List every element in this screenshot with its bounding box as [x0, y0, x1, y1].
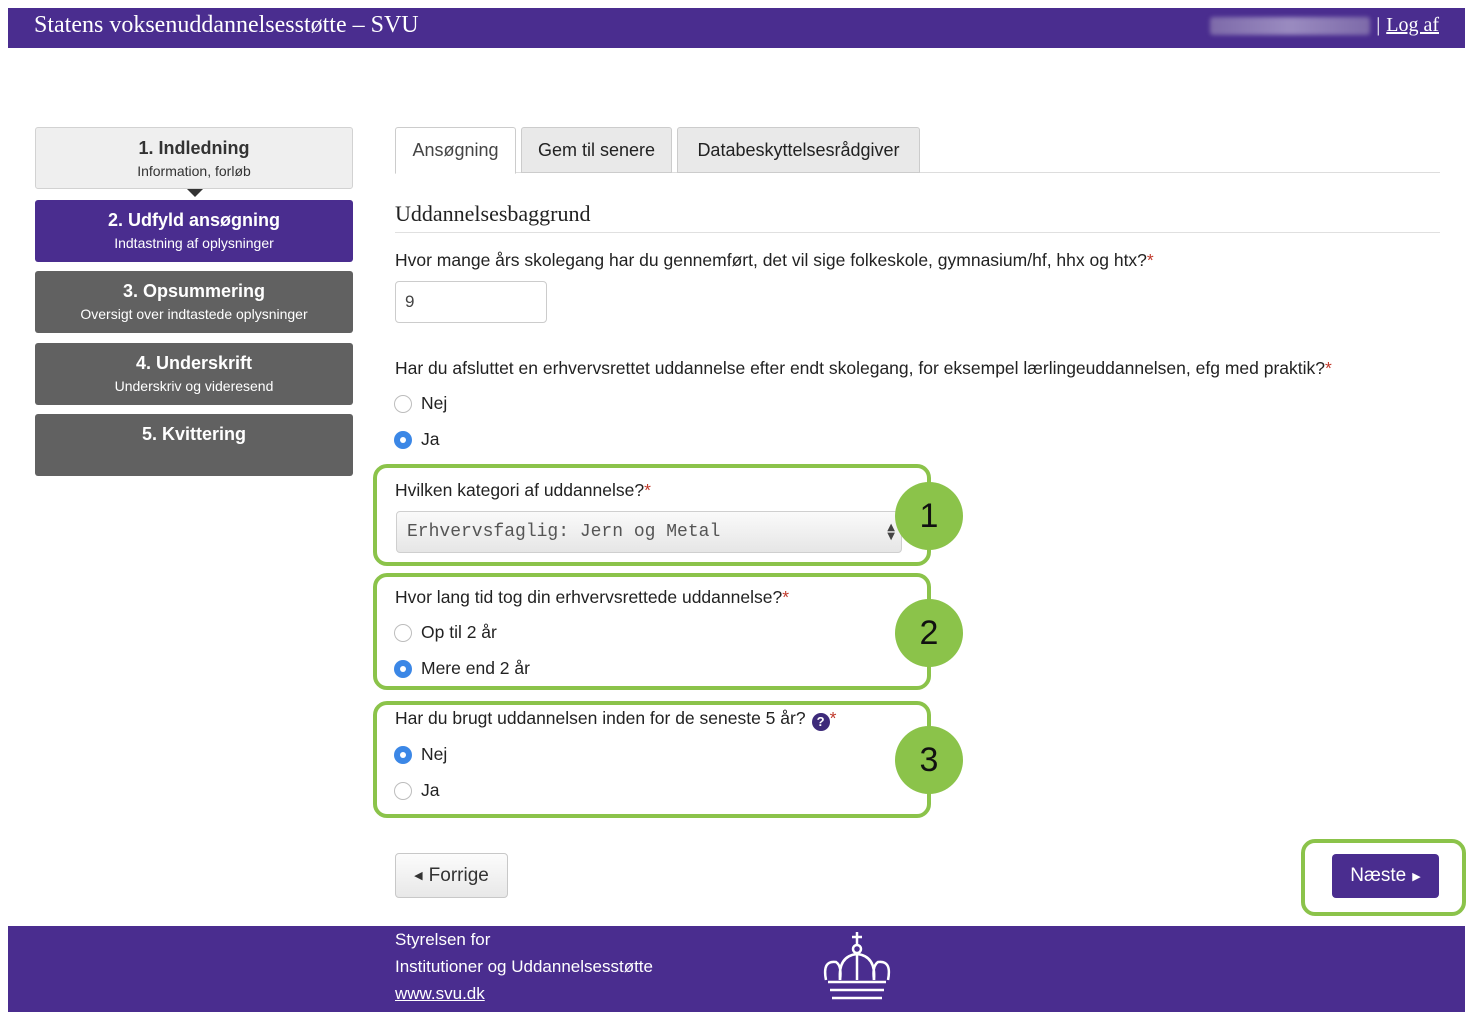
- step-underskrift[interactable]: 4. Underskrift Underskriv og videresend: [35, 343, 353, 405]
- step-title: 1. Indledning: [138, 138, 250, 158]
- step-title: 4. Underskrift: [135, 353, 253, 373]
- radio-option-ja[interactable]: Ja: [394, 780, 439, 801]
- step-pointer-icon: [187, 189, 203, 197]
- step-title: 2. Udfyld ansøgning: [107, 210, 280, 230]
- radio-option-mere-end-2-aar[interactable]: Mere end 2 år: [394, 658, 530, 679]
- question-used-recently: Har du brugt uddannelsen inden for de se…: [395, 708, 836, 731]
- question-label: Har du afsluttet en erhvervsrettet uddan…: [395, 358, 1325, 378]
- next-button[interactable]: Næste ▶: [1332, 854, 1439, 898]
- question-years-schooling: Hvor mange års skolegang har du gennemfø…: [395, 250, 1154, 271]
- question-label: Hvilken kategori af uddannelse?: [395, 480, 645, 500]
- step-udfyld-ansoegning[interactable]: 2. Udfyld ansøgning Indtastning af oplys…: [35, 200, 353, 262]
- radio-label: Ja: [421, 780, 440, 800]
- step-subtitle: Indtastning af oplysninger: [114, 235, 274, 251]
- radio-unchecked-icon[interactable]: [394, 623, 412, 642]
- radio-unchecked-icon[interactable]: [394, 781, 412, 800]
- tab-ansoegning[interactable]: Ansøgning: [395, 127, 516, 174]
- logout-link[interactable]: Log af: [1386, 14, 1439, 37]
- education-category-select[interactable]: Erhvervsfaglig: Jern og Metal ▲ ▼: [396, 511, 902, 553]
- radio-label: Nej: [421, 393, 448, 413]
- tab-bar: Ansøgning Gem til senere Databeskyttelse…: [395, 127, 1440, 174]
- required-mark: *: [1325, 358, 1332, 378]
- radio-checked-icon[interactable]: [394, 430, 412, 449]
- question-label: Hvor mange års skolegang har du gennemfø…: [395, 250, 1147, 270]
- tab-databeskyttelsesraadgiver[interactable]: Databeskyttelsesrådgiver: [677, 127, 920, 173]
- question-label: Hvor lang tid tog din erhvervsrettede ud…: [395, 587, 783, 607]
- select-value: Erhvervsfaglig: Jern og Metal: [407, 522, 721, 542]
- header-separator: |: [1376, 14, 1381, 36]
- radio-label: Ja: [421, 429, 440, 449]
- radio-label: Mere end 2 år: [421, 658, 530, 678]
- question-label: Har du brugt uddannelsen inden for de se…: [395, 708, 806, 728]
- user-name-blurred: [1210, 16, 1371, 35]
- radio-option-ja[interactable]: Ja: [394, 429, 439, 450]
- radio-checked-icon[interactable]: [394, 745, 412, 764]
- required-mark: *: [644, 480, 651, 500]
- radio-option-nej[interactable]: Nej: [394, 744, 447, 765]
- required-mark: *: [1146, 250, 1154, 270]
- step-title: 5. Kvittering: [141, 424, 247, 444]
- question-vocational-completed: Har du afsluttet en erhvervsrettet uddan…: [395, 358, 1332, 379]
- step-kvittering[interactable]: 5. Kvittering: [35, 414, 353, 476]
- question-education-duration: Hvor lang tid tog din erhvervsrettede ud…: [395, 587, 789, 608]
- section-divider: [395, 232, 1440, 233]
- footer-org-line2: Institutioner og Uddannelsesstøtte: [395, 957, 653, 976]
- question-circle-icon[interactable]: ?: [811, 712, 830, 731]
- radio-label: Nej: [421, 744, 448, 764]
- step-indledning[interactable]: 1. Indledning Information, forløb: [35, 127, 353, 197]
- caret-left-icon: ◀: [414, 870, 423, 882]
- previous-label: Forrige: [428, 864, 489, 886]
- footer-website-link[interactable]: www.svu.dk: [395, 984, 485, 1004]
- radio-unchecked-icon[interactable]: [394, 394, 412, 413]
- footer-org-line1: Styrelsen for: [395, 930, 491, 949]
- step-subtitle: Oversigt over indtastede oplysninger: [80, 306, 308, 322]
- radio-checked-icon[interactable]: [394, 659, 412, 678]
- step-opsummering[interactable]: 3. Opsummering Oversigt over indtastede …: [35, 271, 353, 333]
- top-bar: Statens voksenuddannelsesstøtte – SVU | …: [8, 8, 1465, 48]
- radio-label: Op til 2 år: [421, 622, 497, 642]
- royal-crown-logo: [823, 932, 891, 1000]
- callout-number-1: 1: [895, 482, 963, 550]
- required-mark: *: [829, 708, 837, 728]
- caret-right-icon: ▶: [1412, 870, 1421, 883]
- radio-option-nej[interactable]: Nej: [394, 393, 447, 414]
- next-label: Næste: [1350, 865, 1407, 886]
- select-arrows-icon: ▲ ▼: [887, 522, 895, 542]
- previous-button[interactable]: ◀ Forrige: [395, 853, 508, 898]
- tab-gem-til-senere[interactable]: Gem til senere: [521, 127, 672, 173]
- callout-number-3: 3: [895, 726, 963, 794]
- step-title: 3. Opsummering: [122, 281, 266, 301]
- footer: Styrelsen for Institutioner og Uddannels…: [8, 926, 1465, 1012]
- section-title: Uddannelsesbaggrund: [395, 201, 591, 226]
- user-area: | Log af: [1210, 14, 1439, 37]
- step-subtitle: Information, forløb: [137, 163, 251, 179]
- radio-option-op-til-2-aar[interactable]: Op til 2 år: [394, 622, 497, 643]
- required-mark: *: [782, 587, 789, 607]
- years-schooling-input[interactable]: [395, 281, 547, 323]
- site-title: Statens voksenuddannelsesstøtte – SVU: [34, 12, 419, 38]
- callout-number-2: 2: [895, 599, 963, 667]
- question-education-category: Hvilken kategori af uddannelse?*: [395, 480, 651, 501]
- step-subtitle: Underskriv og videresend: [114, 378, 274, 394]
